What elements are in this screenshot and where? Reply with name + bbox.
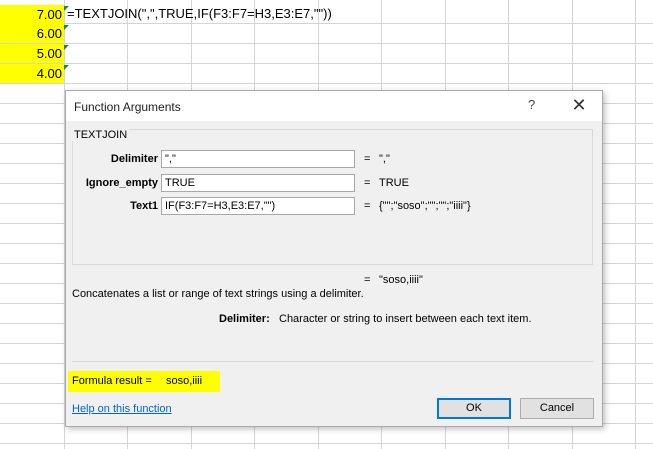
- text1-label: Text1: [130, 200, 158, 212]
- row-divider: [0, 43, 653, 44]
- formula-cell[interactable]: =TEXTJOIN(",",TRUE,IF(F3:F7=H3,E3:E7,"")…: [67, 6, 332, 22]
- dialog-titlebar[interactable]: Function Arguments ? ✕: [66, 91, 602, 121]
- text1-result: {"";"soso";"";"";"iiii"}: [379, 200, 471, 212]
- sheet-cell-value[interactable]: 4.00: [0, 64, 69, 83]
- cell-value-text: 4.00: [36, 66, 62, 81]
- function-name-label: TEXTJOIN: [72, 129, 130, 141]
- delimiter-input[interactable]: "," 🡅: [161, 150, 355, 168]
- sheet-cell-value[interactable]: 5.00: [0, 44, 69, 63]
- error-indicator-icon: [64, 65, 69, 70]
- column-divider: [635, 0, 636, 449]
- help-question-icon[interactable]: ?: [528, 97, 535, 112]
- cancel-button[interactable]: Cancel: [520, 398, 594, 419]
- ignore-empty-result: TRUE: [379, 177, 409, 189]
- function-description: Concatenates a list or range of text str…: [72, 288, 364, 300]
- parameter-name: Delimiter:: [219, 313, 270, 325]
- parameter-description: Character or string to insert between ea…: [279, 313, 532, 325]
- ignore-empty-input[interactable]: TRUE 🡅: [161, 174, 355, 192]
- error-indicator-icon: [64, 45, 69, 50]
- cell-value-text: 7.00: [36, 7, 62, 22]
- equals-sign: =: [364, 200, 371, 212]
- text1-input[interactable]: IF(F3:F7=H3,E3:E7,"") 🡅: [161, 197, 355, 215]
- function-result-preview: "soso,iiii": [379, 274, 423, 286]
- row-divider: [0, 83, 653, 84]
- ignore-empty-input-value: TRUE: [165, 177, 195, 189]
- delimiter-input-value: ",": [165, 153, 176, 165]
- formula-result-value: soso,iiii: [166, 375, 203, 387]
- formula-result-label: Formula result =: [72, 375, 152, 387]
- delimiter-result: ",": [379, 153, 390, 165]
- error-indicator-icon: [64, 25, 69, 30]
- equals-sign: =: [364, 177, 371, 189]
- equals-sign: =: [364, 153, 371, 165]
- help-on-function-link[interactable]: Help on this function: [72, 403, 172, 415]
- text1-input-value: IF(F3:F7=H3,E3:E7,""): [165, 200, 276, 212]
- sheet-cell-value[interactable]: 6.00: [0, 24, 69, 43]
- row-divider: [0, 443, 653, 444]
- dialog-title: Function Arguments: [74, 100, 181, 114]
- close-icon[interactable]: ✕: [569, 94, 589, 116]
- divider: [72, 361, 593, 362]
- row-divider: [0, 23, 653, 24]
- row-divider: [0, 63, 653, 64]
- ignore-empty-label: Ignore_empty: [85, 177, 158, 189]
- equals-sign: =: [364, 274, 371, 286]
- sheet-cell-value[interactable]: 7.00: [0, 5, 69, 24]
- cell-value-text: 5.00: [36, 46, 62, 61]
- cell-value-text: 6.00: [36, 26, 62, 41]
- delimiter-label: Delimiter: [110, 153, 158, 165]
- ok-button[interactable]: OK: [437, 398, 511, 419]
- function-arguments-dialog: Function Arguments ? ✕ TEXTJOIN Delimite…: [65, 90, 603, 427]
